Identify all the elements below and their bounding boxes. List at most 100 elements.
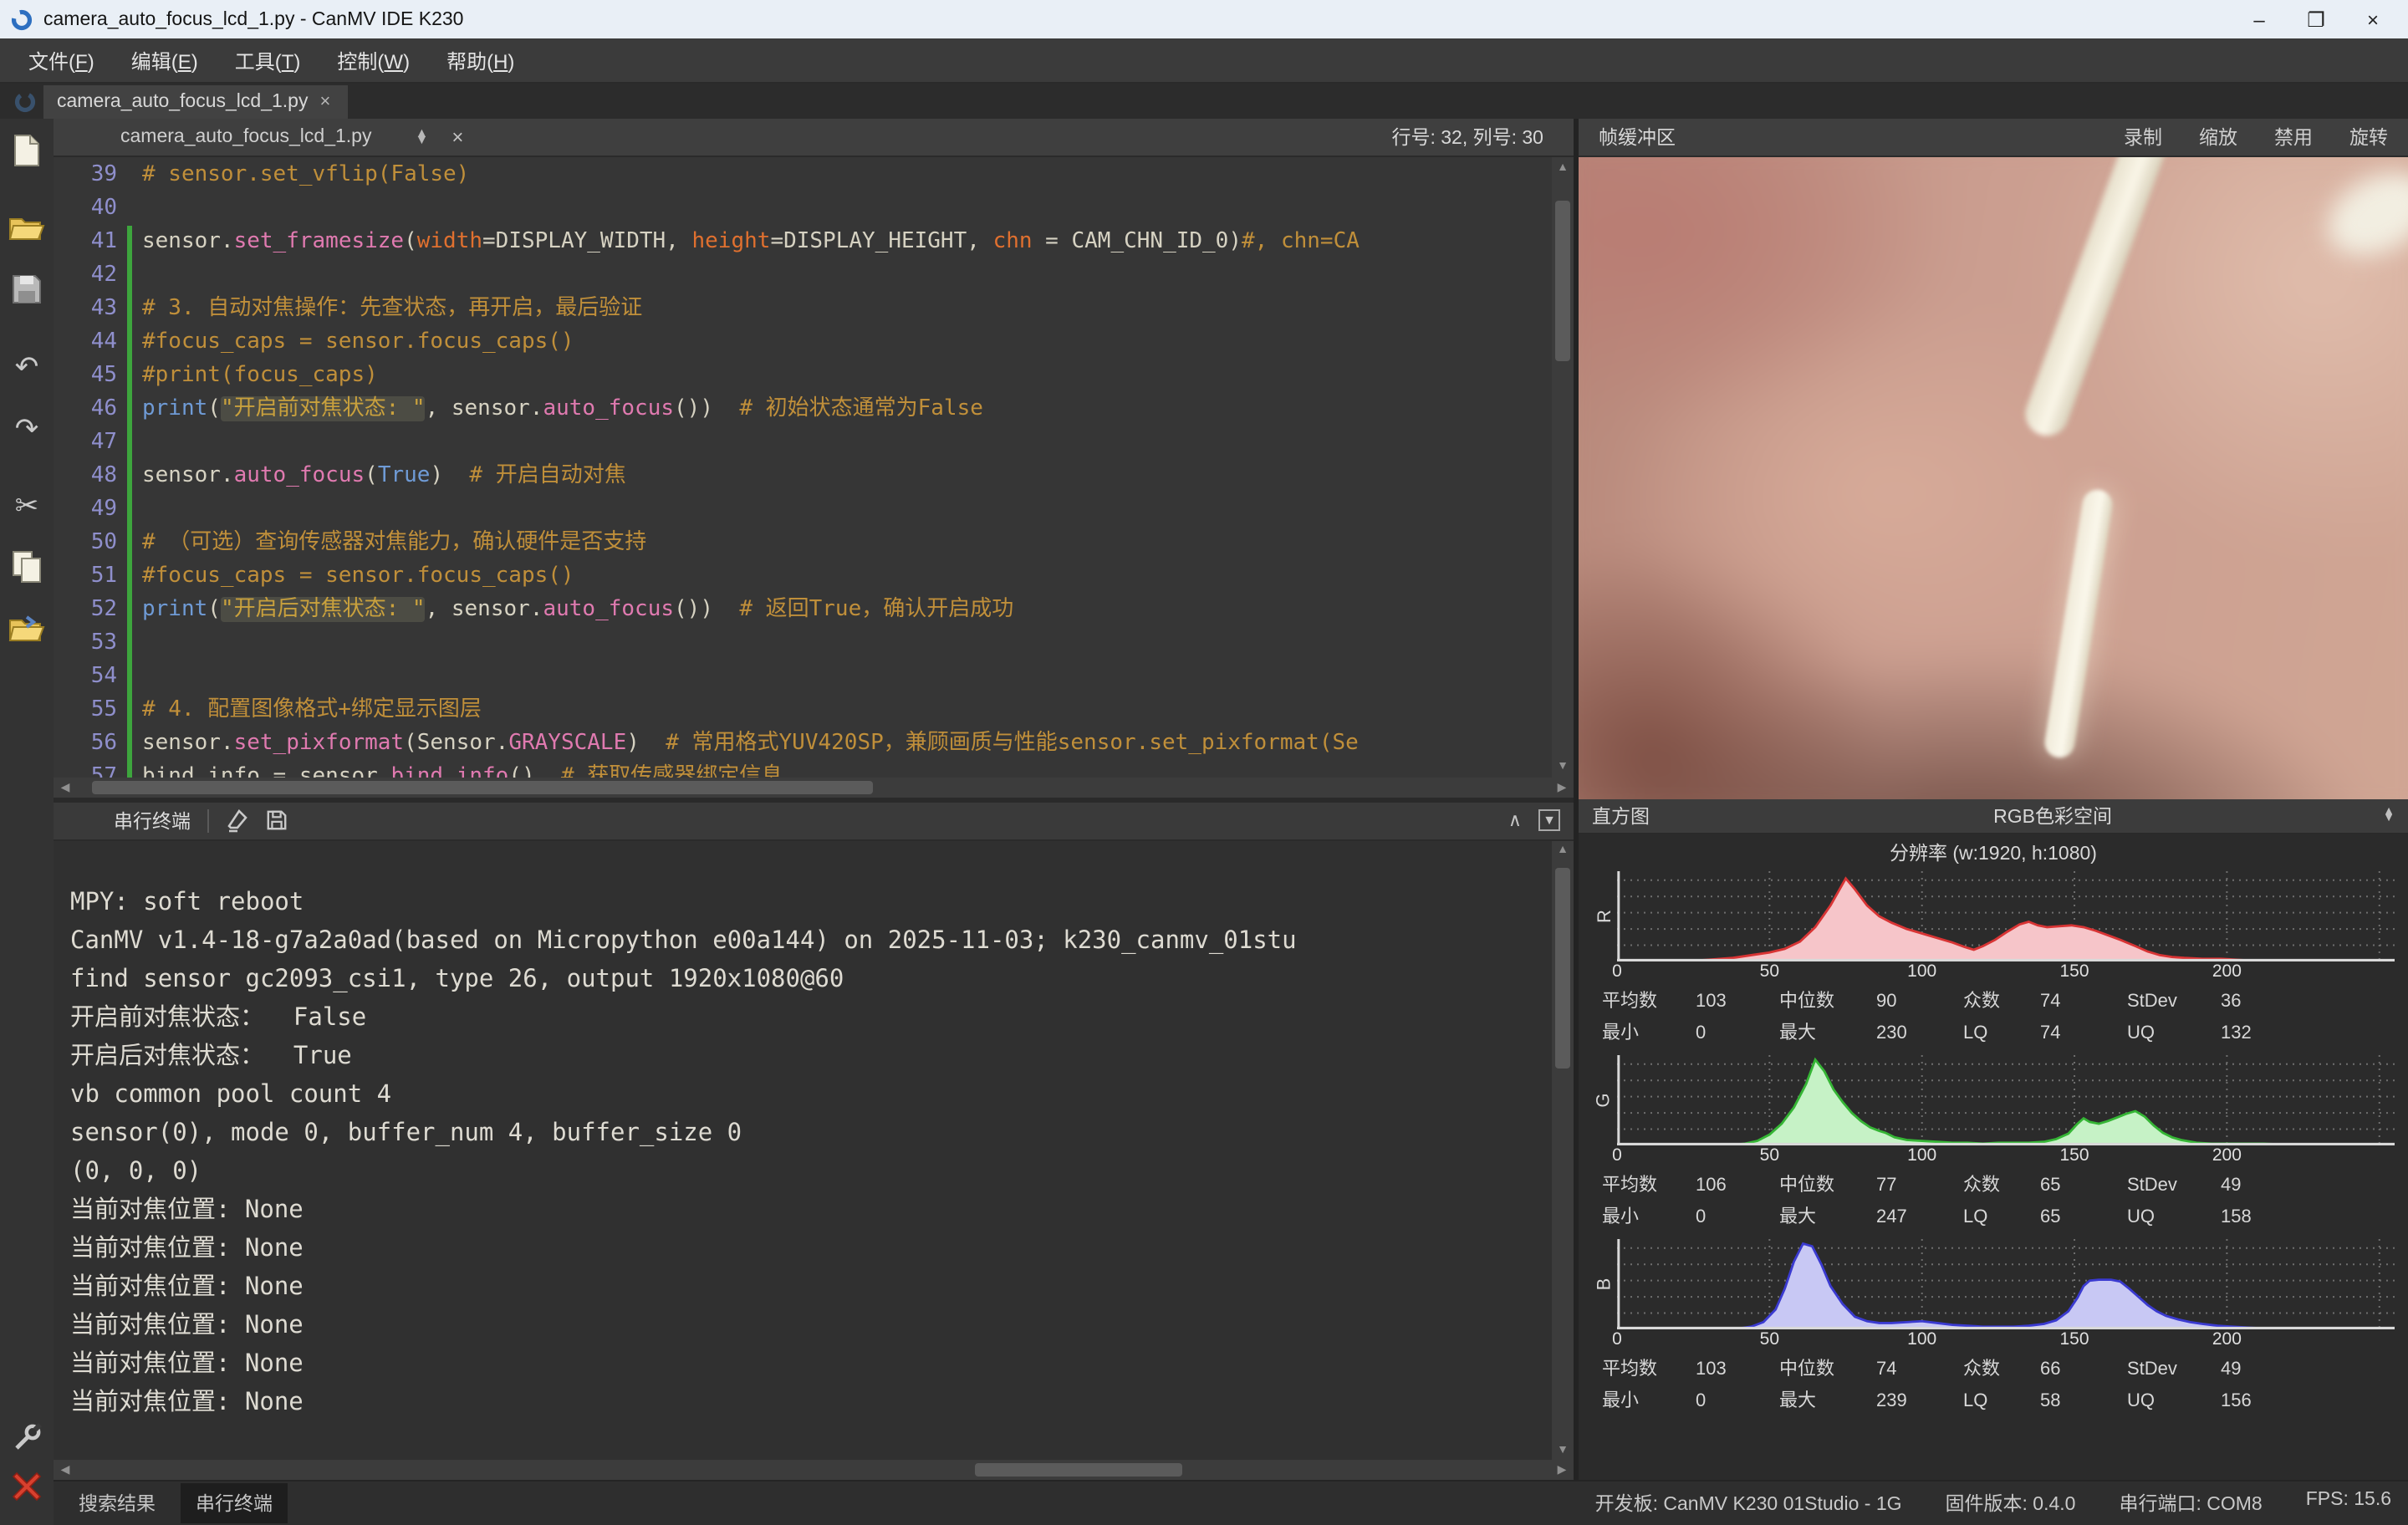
channel-stats: 平均数103中位数74众数66StDev49最小0最大239LQ58UQ156 [1592, 1353, 2395, 1418]
line-number: 44 [54, 326, 127, 360]
record-button[interactable]: 录制 [2124, 124, 2162, 150]
zoom-button[interactable]: 缩放 [2199, 124, 2237, 150]
scroll-right-icon[interactable]: ▶ [1550, 777, 1574, 797]
code-line-56[interactable]: 56sensor.set_pixformat(Sensor.GRAYSCALE)… [54, 727, 1552, 761]
stat-value: 74 [2040, 1018, 2127, 1050]
code-line-55[interactable]: 55# 4. 配置图像格式+绑定显示图层 [54, 694, 1552, 727]
editor-hscroll-thumb[interactable] [92, 780, 873, 793]
menu-item-f[interactable]: 文件(F) [13, 41, 110, 79]
code-line-40[interactable]: 40 [54, 192, 1552, 226]
change-bar [127, 226, 132, 259]
terminal-vertical-scrollbar[interactable]: ▲ ▼ [1552, 840, 1574, 1460]
stat-label: 最小 [1602, 1018, 1696, 1050]
scroll-left-icon[interactable]: ◀ [54, 1460, 77, 1480]
terminal-detach-icon[interactable]: ▼ [1538, 809, 1560, 831]
terminal-line: sensor(0), mode 0, buffer_num 4, buffer_… [70, 1114, 1552, 1153]
code-line-48[interactable]: 48sensor.auto_focus(True) # 开启自动对焦 [54, 460, 1552, 493]
editor-horizontal-scrollbar[interactable]: ◀ ▶ [54, 777, 1574, 797]
rotate-button[interactable]: 旋转 [2349, 124, 2388, 150]
stat-value: 103 [1696, 987, 1779, 1018]
code-line-53[interactable]: 53 [54, 627, 1552, 660]
terminal-save-icon[interactable] [266, 809, 288, 831]
menu-item-h[interactable]: 帮助(H) [431, 41, 529, 79]
statusbar-field: FPS: 15.6 [2306, 1490, 2391, 1517]
framebuffer-panel: 帧缓冲区 录制 缩放 禁用 旋转 直方图 [1579, 119, 2408, 1480]
scroll-down-icon[interactable]: ▼ [1552, 757, 1574, 777]
editor-vertical-scrollbar[interactable]: ▲ ▼ [1552, 157, 1574, 777]
disable-button[interactable]: 禁用 [2274, 124, 2313, 150]
code-line-45[interactable]: 45#print(focus_caps) [54, 360, 1552, 393]
code-line-46[interactable]: 46print("开启前对焦状态: ", sensor.auto_focus()… [54, 393, 1552, 426]
terminal-body[interactable]: MPY: soft rebootCanMV v1.4-18-g7a2a0ad(b… [54, 840, 1574, 1460]
menu-item-e[interactable]: 编辑(E) [116, 41, 213, 79]
code-area[interactable]: 39# sensor.set_vflip(False)4041sensor.se… [54, 157, 1574, 777]
code-text: #print(focus_caps) [142, 360, 1552, 393]
cut-icon[interactable]: ✂ [7, 487, 47, 523]
menu-item-t[interactable]: 工具(T) [220, 41, 316, 79]
stat-value: 66 [2040, 1354, 2127, 1386]
save-file-icon[interactable] [7, 271, 47, 308]
stat-value: 132 [2221, 1018, 2288, 1050]
code-line-42[interactable]: 42 [54, 259, 1552, 293]
tab-close-icon[interactable]: × [320, 92, 331, 112]
open-file-icon[interactable] [7, 209, 47, 246]
menu-item-w[interactable]: 控制(W) [322, 41, 425, 79]
code-line-44[interactable]: 44#focus_caps = sensor.focus_caps() [54, 326, 1552, 360]
code-line-39[interactable]: 39# sensor.set_vflip(False) [54, 159, 1552, 192]
undo-icon[interactable]: ↶ [7, 348, 47, 385]
redo-icon[interactable]: ↷ [7, 410, 47, 446]
tools-icon[interactable] [7, 1418, 47, 1455]
tab-camera-auto-focus[interactable]: camera_auto_focus_lcd_1.py × [43, 85, 347, 119]
terminal-line: vb common pool count 4 [70, 1076, 1552, 1114]
stat-label: UQ [2127, 1386, 2221, 1418]
scroll-right-icon[interactable]: ▶ [1550, 1460, 1574, 1480]
toolbar-sidebar: ↶ ↷ ✂ [0, 119, 54, 1525]
colorspace-dropdown[interactable]: RGB色彩空间 ▲▼ [1722, 803, 2395, 829]
close-button[interactable]: × [2348, 3, 2398, 35]
terminal-clear-icon[interactable] [226, 808, 249, 832]
minimize-button[interactable]: – [2234, 3, 2284, 35]
terminal-hscroll-thumb[interactable] [976, 1463, 1182, 1477]
channel-axis-label: B [1592, 1239, 1617, 1329]
editor-close-icon[interactable]: × [452, 125, 463, 149]
code-lines[interactable]: 39# sensor.set_vflip(False)4041sensor.se… [54, 157, 1552, 777]
terminal-collapse-icon[interactable]: ∧ [1508, 809, 1522, 831]
terminal-horizontal-scrollbar[interactable]: ◀ ▶ [54, 1460, 1574, 1480]
scroll-up-icon[interactable]: ▲ [1552, 157, 1574, 177]
canmv-ide-window: camera_auto_focus_lcd_1.py - CanMV IDE K… [0, 0, 2408, 1525]
code-line-41[interactable]: 41sensor.set_framesize(width=DISPLAY_WID… [54, 226, 1552, 259]
editor-file-spinner[interactable]: ▲▼ [416, 130, 429, 145]
scroll-left-icon[interactable]: ◀ [54, 777, 77, 797]
code-line-52[interactable]: 52print("开启后对焦状态: ", sensor.auto_focus()… [54, 594, 1552, 627]
code-line-49[interactable]: 49 [54, 493, 1552, 527]
stop-icon[interactable] [7, 1468, 47, 1505]
scroll-up-icon[interactable]: ▲ [1552, 840, 1574, 860]
statusbar-tab-search-results[interactable]: 搜索结果 [64, 1483, 171, 1523]
new-file-icon[interactable] [7, 132, 47, 169]
code-line-47[interactable]: 47 [54, 426, 1552, 460]
statusbar-tab-serial-terminal[interactable]: 串行终端 [181, 1483, 288, 1523]
code-line-50[interactable]: 50# （可选）查询传感器对焦能力，确认硬件是否支持 [54, 527, 1552, 560]
stat-label: 中位数 [1779, 1171, 1876, 1202]
maximize-button[interactable]: ❐ [2291, 3, 2341, 35]
line-number: 53 [54, 627, 127, 660]
code-line-43[interactable]: 43# 3. 自动对焦操作：先查状态，再开启，最后验证 [54, 293, 1552, 326]
editor-vscroll-thumb[interactable] [1555, 201, 1570, 361]
dropdown-spinner-icon[interactable]: ▲▼ [2383, 809, 2395, 824]
menubar: 文件(F)编辑(E)工具(T)控制(W)帮助(H) [0, 38, 2408, 84]
change-bar [127, 326, 132, 360]
copy-icon[interactable] [7, 548, 47, 585]
code-text: bind_info = sensor.bind_info() # 获取传感器绑定… [142, 761, 1552, 777]
x-axis-ticks: 050100150200 [1617, 1329, 2395, 1353]
scroll-down-icon[interactable]: ▼ [1552, 1440, 1574, 1460]
code-line-54[interactable]: 54 [54, 660, 1552, 694]
code-line-51[interactable]: 51#focus_caps = sensor.focus_caps() [54, 560, 1552, 594]
line-number: 47 [54, 426, 127, 460]
channel-stats: 平均数103中位数90众数74StDev36最小0最大230LQ74UQ132 [1592, 985, 2395, 1050]
change-bar [127, 594, 132, 627]
terminal-header: 串行终端 ∧ ▼ [54, 802, 1574, 840]
export-icon[interactable] [7, 610, 47, 647]
code-line-57[interactable]: 57bind_info = sensor.bind_info() # 获取传感器… [54, 761, 1552, 777]
x-axis-ticks: 050100150200 [1617, 961, 2395, 985]
terminal-vscroll-thumb[interactable] [1555, 867, 1570, 1068]
